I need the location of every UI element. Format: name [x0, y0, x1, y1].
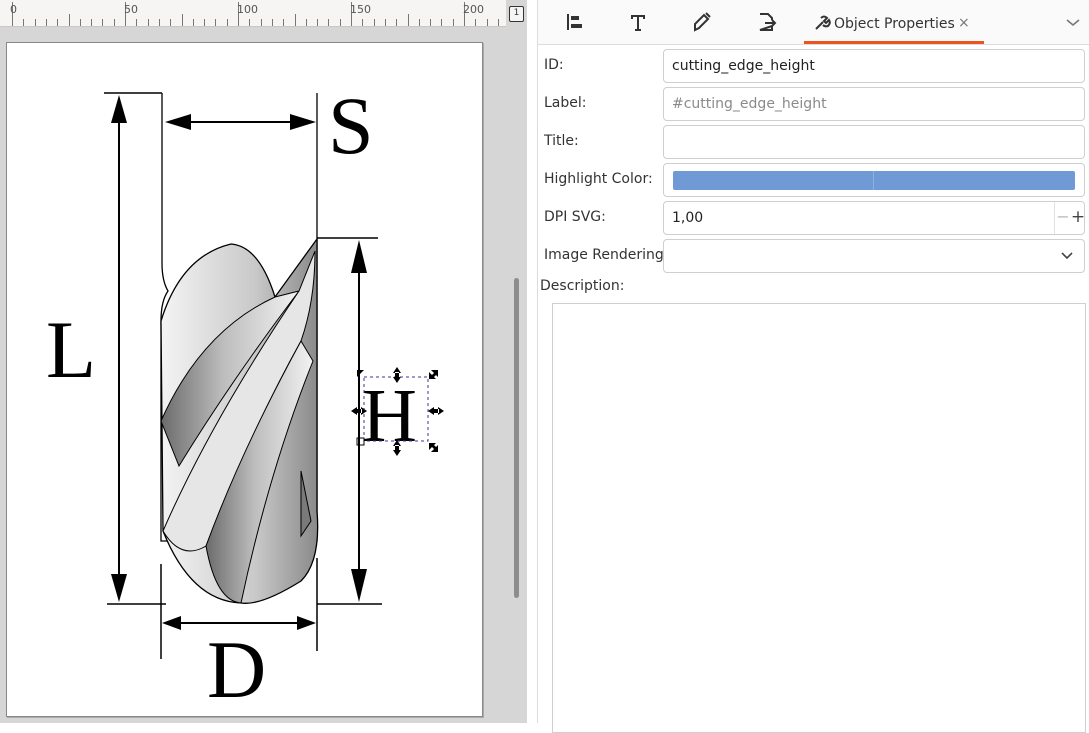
label-input[interactable]: #cutting_edge_height — [663, 87, 1085, 121]
description-label: Description: — [540, 278, 625, 294]
tab-title: Object Properties — [834, 16, 955, 32]
ruler-label: 100 — [237, 3, 258, 16]
tab-object-properties[interactable]: Object Properties × — [804, 0, 984, 44]
label-d[interactable]: D — [207, 624, 266, 715]
title-label: Title: — [544, 133, 579, 149]
canvas-area[interactable]: 0 50 100 150 200 1 S L H D — [0, 0, 527, 723]
document-page[interactable]: S L H D — [6, 42, 483, 717]
horizontal-ruler[interactable]: 0 50 100 150 200 — [0, 0, 506, 27]
chevron-down-icon[interactable] — [1063, 14, 1083, 30]
ruler-corner-toggle[interactable]: 1 — [509, 6, 524, 22]
arrowhead — [162, 616, 181, 630]
id-label: ID: — [544, 57, 564, 73]
drawing-canvas[interactable]: S L H D — [7, 43, 482, 716]
dpi-svg-label: DPI SVG: — [544, 209, 606, 225]
arrowhead — [351, 240, 367, 273]
dpi-svg-value: 1,00 — [672, 210, 704, 226]
ruler-label: 200 — [463, 3, 484, 16]
chevron-down-icon — [1061, 252, 1073, 260]
arrowhead — [297, 616, 316, 630]
ruler-label: 150 — [350, 3, 371, 16]
active-tab-indicator — [804, 41, 984, 44]
label-l[interactable]: L — [46, 304, 96, 395]
scale-handle-bottom-right[interactable] — [429, 443, 438, 452]
highlight-color-swatch — [673, 171, 1075, 190]
vertical-scrollbar[interactable] — [514, 278, 519, 598]
arrowhead — [111, 574, 127, 602]
label-placeholder: #cutting_edge_height — [672, 96, 827, 112]
ruler-label: 50 — [124, 3, 138, 16]
export-icon[interactable] — [754, 10, 778, 34]
label-s[interactable]: S — [328, 80, 374, 171]
fill-stroke-icon[interactable] — [690, 10, 714, 34]
dock-tab-bar: Object Properties × — [538, 0, 1089, 45]
label-label: Label: — [544, 95, 587, 111]
dpi-decrement-button[interactable]: − — [1054, 202, 1071, 234]
align-distribute-icon[interactable] — [562, 10, 586, 34]
text-font-icon[interactable] — [626, 10, 650, 34]
title-input[interactable] — [663, 125, 1085, 159]
object-properties-icon — [815, 15, 831, 30]
dpi-svg-spinbox[interactable]: 1,00 − + — [663, 201, 1085, 235]
image-rendering-dropdown[interactable] — [663, 239, 1085, 273]
description-textarea[interactable] — [552, 303, 1086, 733]
highlight-color-label: Highlight Color: — [544, 171, 653, 187]
label-h[interactable]: H — [362, 374, 417, 458]
image-rendering-label: Image Rendering: — [544, 247, 669, 263]
ruler-label: 0 — [10, 3, 17, 16]
scale-handle-right[interactable] — [428, 407, 444, 415]
id-value: cutting_edge_height — [672, 58, 815, 74]
close-tab-icon[interactable]: × — [958, 15, 970, 31]
dock-panel: Object Properties × ID: cutting_edge_hei… — [537, 0, 1089, 733]
highlight-color-button[interactable] — [663, 163, 1085, 197]
scale-handle-top-right[interactable] — [429, 370, 438, 379]
id-input[interactable]: cutting_edge_height — [663, 49, 1085, 83]
arrowhead — [351, 569, 367, 602]
arrowhead — [111, 95, 127, 123]
dpi-increment-button[interactable]: + — [1070, 202, 1086, 234]
